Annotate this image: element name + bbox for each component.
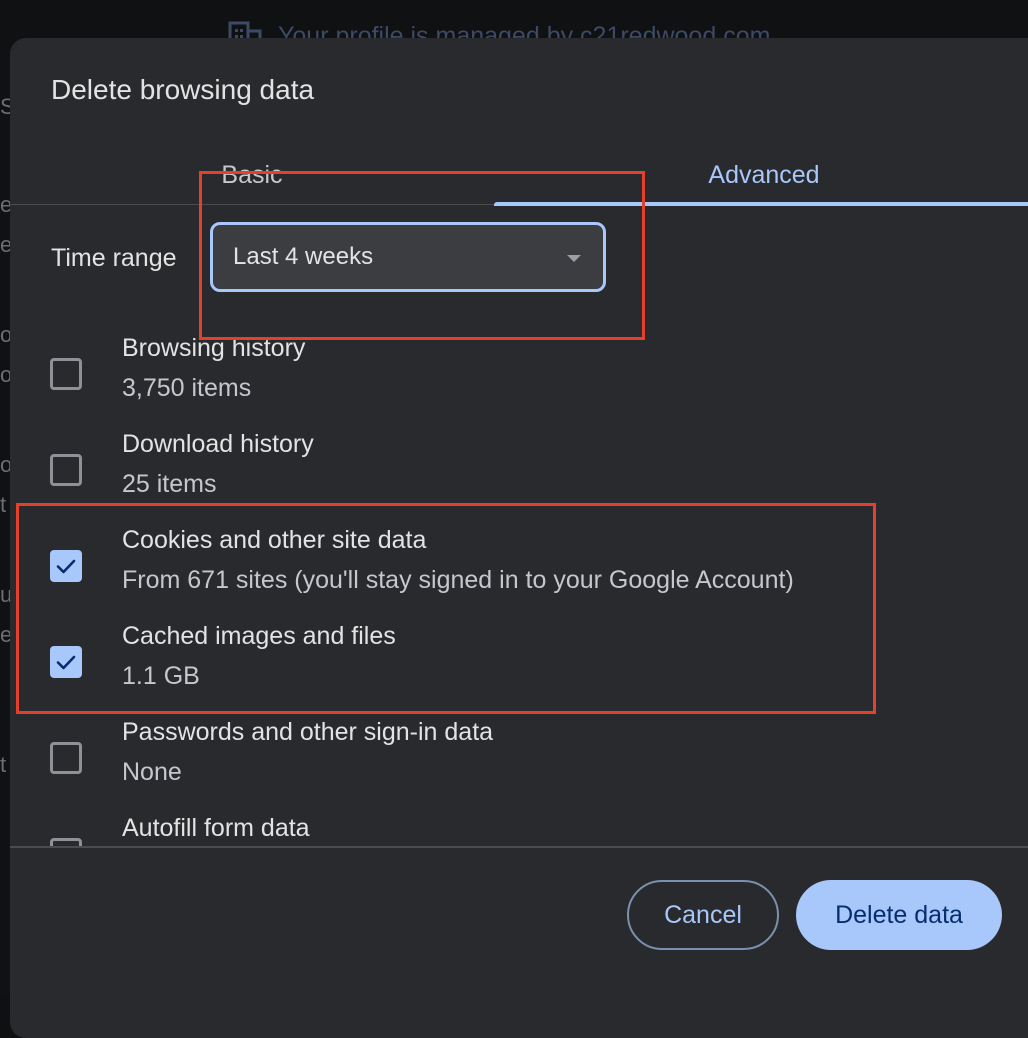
list-item-cookies[interactable]: Cookies and other site data From 671 sit… <box>10 526 1028 622</box>
background-edge-glyph: S <box>0 94 10 119</box>
background-edge-glyph: e <box>0 622 10 647</box>
background-edge-glyph: e <box>0 232 10 257</box>
list-item-browsing-history[interactable]: Browsing history 3,750 items <box>10 334 1028 430</box>
item-title: Download history <box>122 430 314 458</box>
tab-bar: Basic Advanced <box>10 146 1028 206</box>
item-title: Browsing history <box>122 334 306 362</box>
item-title: Cached images and files <box>122 622 396 650</box>
download-history-checkbox[interactable] <box>50 454 82 486</box>
autofill-checkbox[interactable] <box>50 838 82 846</box>
item-subtitle: From 671 sites (you'll stay signed in to… <box>122 566 794 594</box>
background-edge-glyph: u <box>0 582 10 607</box>
active-tab-indicator <box>494 202 1028 206</box>
background-edge-glyph: o <box>0 452 10 477</box>
cancel-button[interactable]: Cancel <box>627 880 779 950</box>
background-edge-glyph: t <box>0 492 7 517</box>
cached-images-checkbox[interactable] <box>50 646 82 678</box>
list-item-download-history[interactable]: Download history 25 items <box>10 430 1028 526</box>
background-edge-glyph: o <box>0 322 10 347</box>
item-subtitle: 1.1 GB <box>122 662 200 690</box>
time-range-label: Time range <box>51 244 177 272</box>
list-item-passwords[interactable]: Passwords and other sign-in data None <box>10 718 1028 814</box>
item-title: Autofill form data <box>122 814 310 842</box>
time-range-value: Last 4 weeks <box>233 243 374 270</box>
checkmark-icon <box>56 655 76 670</box>
footer-divider <box>10 846 1028 848</box>
cookies-checkbox[interactable] <box>50 550 82 582</box>
item-subtitle: 25 items <box>122 470 217 498</box>
item-subtitle: 3,750 items <box>122 374 252 402</box>
background-edge-glyph: o <box>0 362 10 387</box>
item-title: Cookies and other site data <box>122 526 427 554</box>
item-subtitle: None <box>122 758 182 786</box>
background-edge-glyph: e <box>0 192 10 217</box>
delete-browsing-data-dialog: Delete browsing data Basic Advanced Time… <box>10 38 1028 1038</box>
dropdown-arrow-icon <box>567 255 581 262</box>
item-title: Passwords and other sign-in data <box>122 718 494 746</box>
tab-advanced[interactable]: Advanced <box>494 146 1028 204</box>
list-item-cached-images[interactable]: Cached images and files 1.1 GB <box>10 622 1028 718</box>
data-type-list: Browsing history 3,750 items Download hi… <box>10 334 1028 846</box>
tab-basic[interactable]: Basic <box>10 146 494 204</box>
passwords-checkbox[interactable] <box>50 742 82 774</box>
dialog-title: Delete browsing data <box>51 74 315 105</box>
checkmark-icon <box>56 559 76 574</box>
background-edge-glyph: t <box>0 752 7 777</box>
delete-data-button[interactable]: Delete data <box>796 880 1002 950</box>
time-range-dropdown[interactable]: Last 4 weeks <box>210 222 606 292</box>
list-item-autofill[interactable]: Autofill form data <box>10 814 1028 846</box>
browsing-history-checkbox[interactable] <box>50 358 82 390</box>
